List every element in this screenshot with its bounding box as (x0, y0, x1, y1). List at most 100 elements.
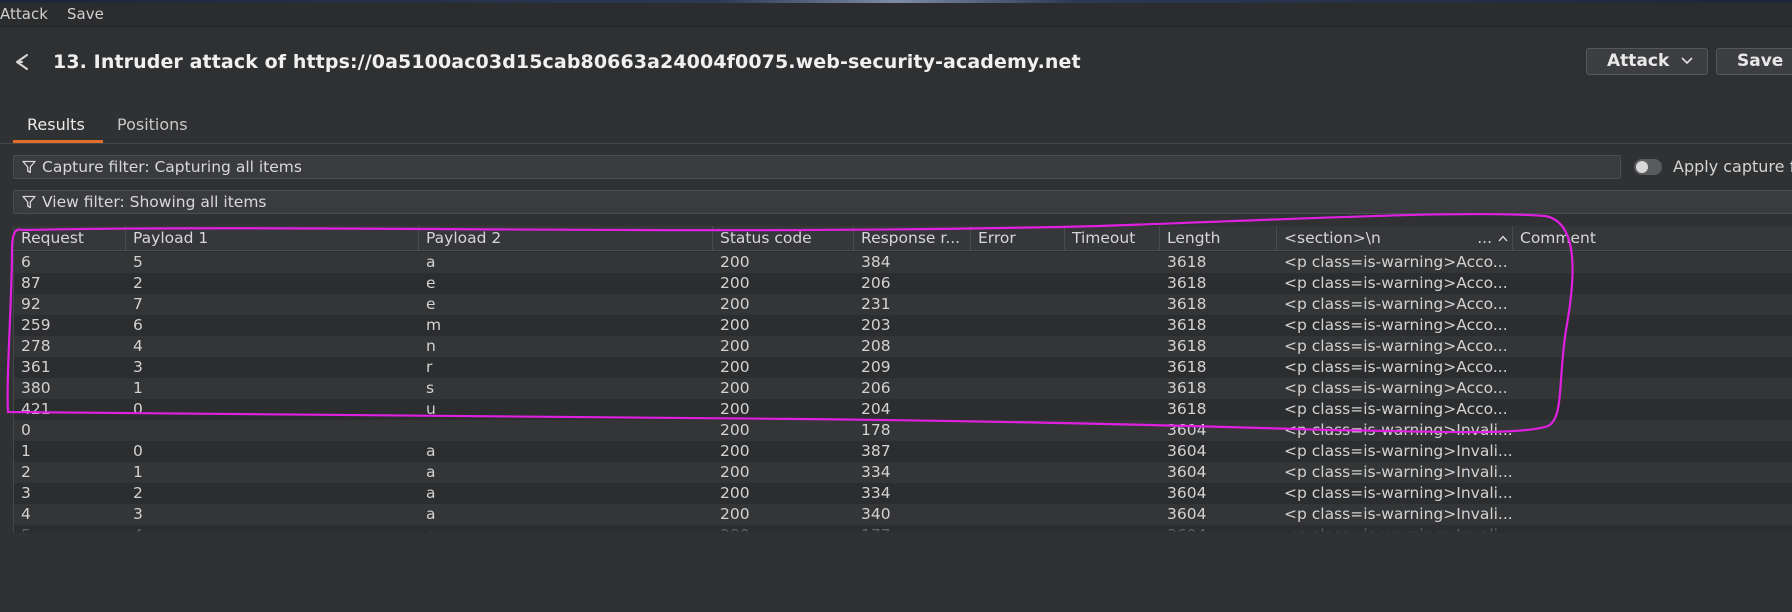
view-filter-bar[interactable]: View filter: Showing all items (13, 190, 1792, 214)
table-row[interactable]: 361 3 r 200 209 3618 <p class=is-warning>Acco.… (14, 357, 1792, 378)
cell-payload-2: u (426, 400, 436, 418)
table-row[interactable]: 380 1 s 200 206 3618 <p class=is-warning>Acco.… (14, 378, 1792, 399)
menu-attack[interactable]: Attack (0, 5, 48, 23)
cell-length: 3618 (1167, 379, 1207, 397)
cell-payload-1: 0 (133, 442, 143, 460)
cell-payload-1: 1 (133, 463, 143, 481)
cell-status-code: 200 (720, 337, 750, 355)
table-row[interactable]: 2 1 a 200 334 3604 <p class=is-warning>Invali.… (14, 462, 1792, 483)
cell-payload-2: m (426, 316, 442, 334)
cell-payload-1: 4 (133, 337, 143, 355)
cell-section-grep: <p class=is-warning>Invali... (1284, 484, 1513, 502)
cell-length: 3618 (1167, 295, 1207, 313)
cell-error (971, 252, 1065, 273)
cell-section-grep: <p class=is-warning>Acco... (1284, 358, 1508, 376)
cell-status-code: 200 (720, 316, 750, 334)
col-header-status-code[interactable]: Status code (713, 226, 854, 251)
cell-request: 6 (21, 253, 31, 271)
cell-error (971, 336, 1065, 357)
back-arrow-icon[interactable] (13, 52, 33, 72)
cell-status-code: 200 (720, 295, 750, 313)
cell-payload-2: a (426, 253, 436, 271)
cell-payload-2: e (426, 295, 436, 313)
col-header-comment[interactable]: Comment (1513, 226, 1792, 251)
apply-capture-filter-label: Apply capture f (1673, 157, 1792, 176)
cell-timeout (1065, 273, 1160, 294)
col-header-payload-2[interactable]: Payload 2 (419, 226, 713, 251)
table-row[interactable]: 3 2 a 200 334 3604 <p class=is-warning>Invali.… (14, 483, 1792, 504)
cell-request: 3 (21, 484, 31, 502)
cell-payload-2: n (426, 337, 436, 355)
cell-payload-1: 5 (133, 253, 143, 271)
col-header-response-received[interactable]: Response r... (854, 226, 971, 251)
cell-response-received: 206 (861, 274, 891, 292)
cell-request: 361 (21, 358, 51, 376)
cell-section-grep: <p class=is-warning>Invali... (1284, 463, 1513, 481)
table-row[interactable]: 1 0 a 200 387 3604 <p class=is-warning>Invali.… (14, 441, 1792, 462)
cell-length: 3618 (1167, 253, 1207, 271)
cell-payload-1: 1 (133, 379, 143, 397)
cell-payload-1: 3 (133, 358, 143, 376)
table-row[interactable]: 87 2 e 200 206 3618 <p class=is-warning>Acco..… (14, 273, 1792, 294)
cell-payload-1: 2 (133, 484, 143, 502)
cell-timeout (1065, 378, 1160, 399)
col-header-timeout[interactable]: Timeout (1065, 226, 1160, 251)
table-row[interactable]: 0 200 178 3604 <p class=is-warning>Invali... (14, 420, 1792, 441)
cell-comment (1513, 336, 1792, 357)
toggle-knob (1636, 161, 1648, 173)
table-row[interactable]: 421 0 u 200 204 3618 <p class=is-warning>Acco.… (14, 399, 1792, 420)
cell-length: 3618 (1167, 358, 1207, 376)
cell-section-grep: <p class=is-warning>Acco... (1284, 316, 1508, 334)
cell-status-code: 200 (720, 505, 750, 523)
results-table[interactable]: Request Payload 1 Payload 2 Status code … (13, 226, 1792, 533)
col-header-section-label: <section>\n (1284, 229, 1381, 247)
cell-comment (1513, 357, 1792, 378)
apply-capture-filter-toggle[interactable] (1634, 159, 1662, 175)
cell-status-code: 200 (720, 484, 750, 502)
col-header-payload-1[interactable]: Payload 1 (126, 226, 419, 251)
cell-request: 4 (21, 505, 31, 523)
attack-button-label: Attack (1607, 51, 1670, 71)
tab-positions[interactable]: Positions (103, 115, 202, 143)
col-header-section-grep[interactable]: <section>\n ... (1277, 226, 1513, 251)
attack-dropdown-button[interactable]: Attack (1586, 48, 1708, 75)
cell-status-code: 200 (720, 253, 750, 271)
cell-timeout (1065, 441, 1160, 462)
cell-status-code: 200 (720, 421, 750, 439)
col-header-length[interactable]: Length (1160, 226, 1277, 251)
cell-status-code: 200 (720, 463, 750, 481)
table-row[interactable]: 6 5 a 200 384 3618 <p class=is-warning>Acco... (14, 252, 1792, 273)
cell-payload-1: 2 (133, 274, 143, 292)
col-header-request[interactable]: Request (14, 226, 126, 251)
capture-filter-bar[interactable]: Capture filter: Capturing all items (13, 155, 1621, 179)
table-row[interactable]: 92 7 e 200 231 3618 <p class=is-warning>Acco..… (14, 294, 1792, 315)
cell-payload-2: a (426, 505, 436, 523)
cell-payload-1: 3 (133, 505, 143, 523)
cell-comment (1513, 399, 1792, 420)
cell-request: 2 (21, 463, 31, 481)
cell-timeout (1065, 336, 1160, 357)
table-body: 6 5 a 200 384 3618 <p class=is-warning>Acco...… (14, 252, 1792, 533)
save-button[interactable]: Save (1716, 48, 1792, 75)
cell-length: 3604 (1167, 484, 1207, 502)
cell-response-received: 384 (861, 253, 891, 271)
table-row[interactable]: 278 4 n 200 208 3618 <p class=is-warning>Acco.… (14, 336, 1792, 357)
cell-payload-2: a (426, 463, 436, 481)
menu-save[interactable]: Save (67, 5, 104, 23)
cell-error (971, 357, 1065, 378)
cell-timeout (1065, 462, 1160, 483)
sort-ascending-icon (1498, 235, 1508, 242)
cell-section-grep: <p class=is-warning>Acco... (1284, 253, 1508, 271)
cell-error (971, 315, 1065, 336)
table-row[interactable]: 259 6 m 200 203 3618 <p class=is-warning>Acco.… (14, 315, 1792, 336)
table-row[interactable]: 4 3 a 200 340 3604 <p class=is-warning>Invali.… (14, 504, 1792, 525)
cell-response-received: 334 (861, 484, 891, 502)
cell-status-code: 200 (720, 358, 750, 376)
cell-comment (1513, 252, 1792, 273)
tab-results[interactable]: Results (13, 115, 103, 143)
cell-response-received: 206 (861, 379, 891, 397)
cell-request: 92 (21, 295, 41, 313)
cell-timeout (1065, 483, 1160, 504)
col-header-error[interactable]: Error (971, 226, 1065, 251)
cell-length: 3618 (1167, 337, 1207, 355)
